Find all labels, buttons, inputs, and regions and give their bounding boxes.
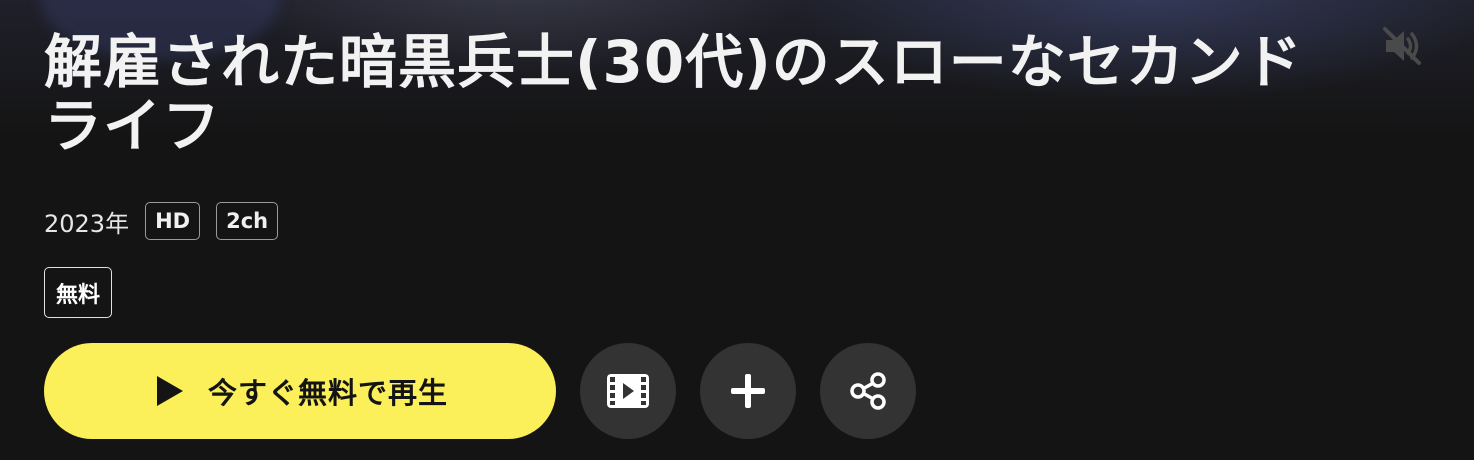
release-year: 2023年 — [44, 209, 130, 238]
free-badge: 無料 — [44, 267, 113, 318]
share-button[interactable] — [820, 343, 916, 439]
share-icon — [850, 372, 886, 410]
mute-toggle-button[interactable] — [1380, 24, 1424, 68]
show-title: 解雇された暗黒兵士(30代)のスローなセカンドライフ — [44, 28, 1303, 160]
add-to-list-button[interactable] — [700, 343, 796, 439]
speaker-muted-icon — [1383, 27, 1421, 65]
film-icon — [607, 374, 649, 408]
hd-badge: HD — [145, 202, 201, 240]
play-now-button[interactable]: 今すぐ無料で再生 — [44, 343, 556, 439]
trailer-button[interactable] — [580, 343, 676, 439]
plus-icon — [731, 374, 765, 408]
play-icon — [156, 376, 183, 406]
audio-channel-badge: 2ch — [216, 202, 279, 240]
play-button-label: 今すぐ無料で再生 — [207, 378, 448, 410]
metadata-row: 2023年 HD 2ch — [44, 200, 279, 242]
